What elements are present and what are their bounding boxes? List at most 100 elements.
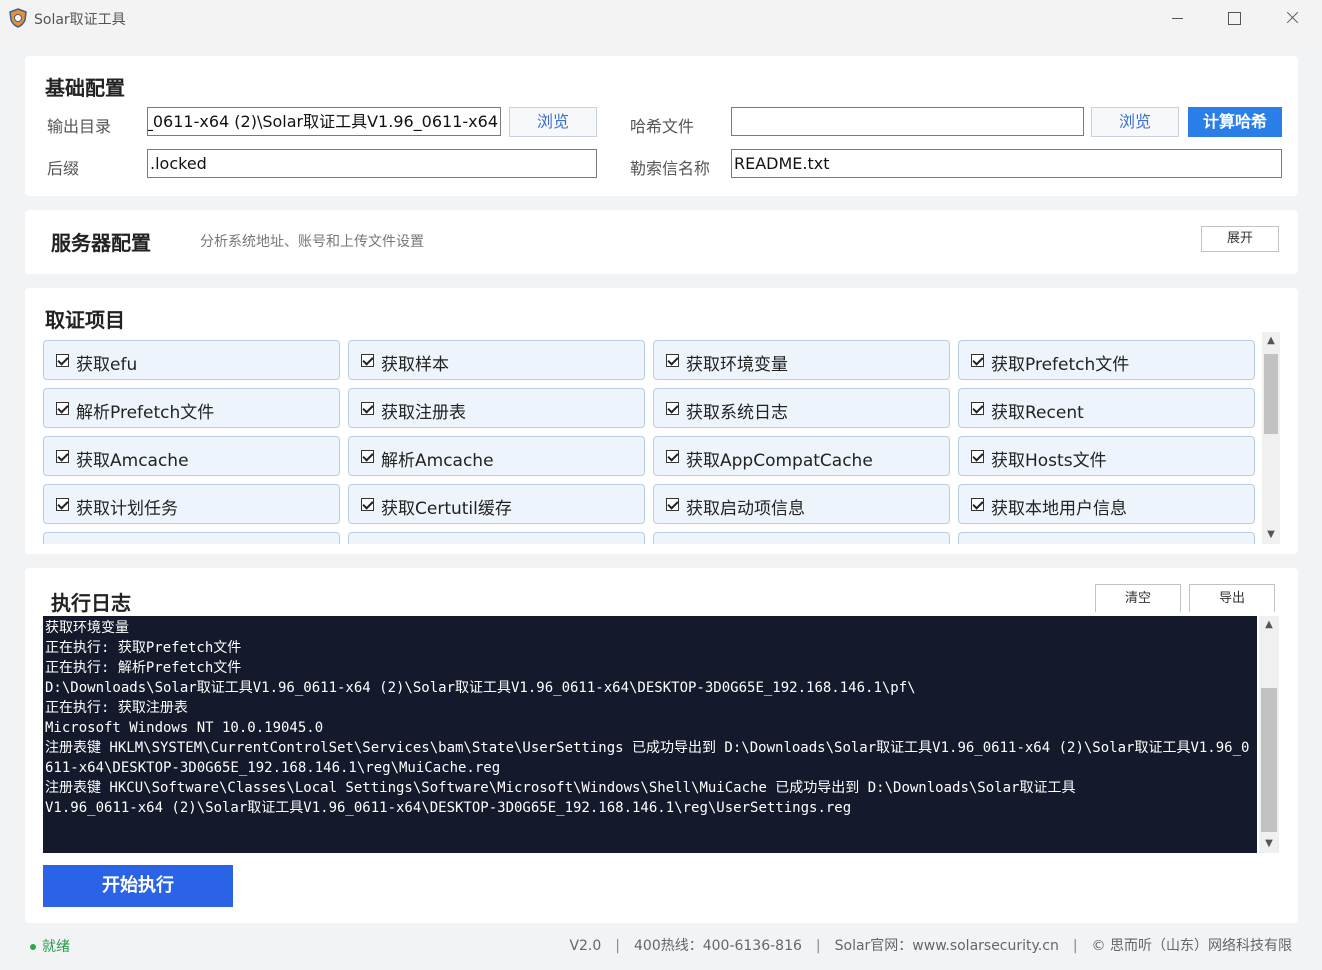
forensic-item-label: 获取系统日志 [686, 403, 788, 423]
checkbox-checked-icon[interactable] [56, 354, 69, 367]
checkbox-checked-icon[interactable] [361, 450, 374, 463]
forensic-item-label: 获取本地用户信息 [991, 499, 1127, 519]
log-scroll-up-icon[interactable]: ▲ [1259, 616, 1279, 634]
copyright-text: © 思而听（山东）网络科技有限 [1091, 938, 1292, 954]
forensic-item-partial[interactable] [43, 532, 340, 544]
forensic-item-label: 获取启动项信息 [686, 499, 805, 519]
checkbox-checked-icon[interactable] [361, 498, 374, 511]
expand-button[interactable]: 展开 [1201, 226, 1279, 252]
checkbox-checked-icon[interactable] [361, 354, 374, 367]
hotline-text: 400热线：400-6136-816 [634, 938, 802, 954]
forensic-item[interactable]: 获取启动项信息 [653, 484, 950, 524]
basic-config-card: 基础配置 输出目录 \Downloads\Solar取证工具V1.96_0611… [25, 56, 1298, 196]
checkbox-checked-icon[interactable] [971, 450, 984, 463]
forensic-item-label: 获取Recent [991, 403, 1084, 423]
status-info: V2.0 | 400热线：400-6136-816 | Solar官网：www.sola… [569, 935, 1292, 955]
checkbox-checked-icon[interactable] [971, 402, 984, 415]
browse-hash-button[interactable]: 浏览 [1091, 107, 1179, 137]
start-button[interactable]: 开始执行 [43, 865, 233, 907]
checkbox-checked-icon[interactable] [666, 450, 679, 463]
forensic-item[interactable]: 获取计划任务 [43, 484, 340, 524]
server-config-card: 服务器配置 分析系统地址、账号和上传文件设置 展开 [25, 210, 1298, 274]
log-scroll-down-icon[interactable]: ▼ [1259, 835, 1279, 853]
suffix-label: 后缀 [47, 159, 80, 178]
log-scroll-thumb[interactable] [1261, 688, 1277, 832]
maximize-icon[interactable] [1205, 0, 1263, 37]
hash-file-input[interactable] [731, 107, 1084, 136]
scroll-down-icon[interactable]: ▼ [1262, 526, 1280, 544]
minimize-icon[interactable] [1148, 0, 1206, 37]
checkbox-checked-icon[interactable] [666, 354, 679, 367]
forensic-item[interactable]: 获取本地用户信息 [958, 484, 1255, 524]
scroll-up-icon[interactable]: ▲ [1262, 332, 1280, 350]
forensic-item[interactable]: 获取Prefetch文件 [958, 340, 1255, 380]
checkbox-checked-icon[interactable] [56, 450, 69, 463]
forensic-item-partial[interactable] [653, 532, 950, 544]
scroll-thumb[interactable] [1264, 354, 1278, 434]
forensics-items-title: 取证项目 [45, 308, 125, 332]
forensic-item[interactable]: 解析Amcache [348, 436, 645, 476]
forensic-item-partial[interactable] [348, 532, 645, 544]
forensic-item[interactable]: 获取注册表 [348, 388, 645, 428]
status-text: 就绪 [42, 939, 70, 955]
hash-file-label: 哈希文件 [630, 117, 695, 136]
forensic-item-label: 获取注册表 [381, 403, 466, 423]
suffix-input[interactable]: .locked [147, 149, 597, 178]
forensic-item[interactable]: 获取Hosts文件 [958, 436, 1255, 476]
forensic-item[interactable]: 获取样本 [348, 340, 645, 380]
forensic-item[interactable]: 解析Prefetch文件 [43, 388, 340, 428]
forensic-item[interactable]: 获取系统日志 [653, 388, 950, 428]
execution-log-card: 执行日志 清空 导出 获取环境变量 正在执行: 获取Prefetch文件 正在执行:… [25, 568, 1298, 923]
checkbox-checked-icon[interactable] [361, 402, 374, 415]
separator: | [1072, 938, 1078, 954]
forensic-item[interactable]: 获取AppCompatCache [653, 436, 950, 476]
export-log-button[interactable]: 导出 [1189, 584, 1275, 612]
forensics-items-card: 取证项目 获取efu 获取样本 获取环境变量 获取Prefetch文件解析Prefet… [25, 288, 1298, 554]
checkbox-checked-icon[interactable] [971, 498, 984, 511]
log-line: 正在执行: 获取Prefetch文件 [45, 640, 242, 656]
log-line: 注册表键 HKCU\Software\Classes\Local Setting… [45, 780, 1076, 816]
forensic-item-label: 获取Prefetch文件 [991, 355, 1130, 375]
basic-config-title: 基础配置 [45, 76, 125, 100]
forensic-item[interactable]: 获取efu [43, 340, 340, 380]
checkbox-checked-icon[interactable] [666, 498, 679, 511]
forensic-item[interactable]: 获取Recent [958, 388, 1255, 428]
title-bar: Solar取证工具 [0, 0, 1322, 37]
separator: | [615, 938, 620, 954]
checkbox-checked-icon[interactable] [56, 402, 69, 415]
server-config-description: 分析系统地址、账号和上传文件设置 [200, 234, 424, 250]
close-icon[interactable] [1263, 0, 1321, 37]
forensic-item-label: 获取环境变量 [686, 355, 788, 375]
forensic-item-partial[interactable] [958, 532, 1255, 544]
items-scrollbar[interactable]: ▲ ▼ [1262, 332, 1280, 544]
compute-hash-button[interactable]: 计算哈希 [1188, 107, 1282, 137]
checkbox-checked-icon[interactable] [971, 354, 984, 367]
output-dir-label: 输出目录 [47, 117, 112, 136]
items-grid: 获取efu 获取样本 获取环境变量 获取Prefetch文件 解析Prefetch文件获… [43, 340, 1261, 544]
forensic-item[interactable]: 获取Certutil缓存 [348, 484, 645, 524]
separator: | [815, 938, 821, 954]
output-dir-input[interactable]: \Downloads\Solar取证工具V1.96_0611-x64 (2)\S… [147, 107, 501, 136]
log-line: 获取环境变量 [45, 620, 129, 636]
checkbox-checked-icon[interactable] [56, 498, 69, 511]
forensic-item-label: 获取Amcache [76, 451, 189, 471]
ransom-note-input[interactable]: README.txt [731, 149, 1282, 178]
forensic-item-label: 获取efu [76, 355, 138, 375]
ransom-note-label: 勒索信名称 [630, 159, 711, 178]
forensic-item-label: 获取AppCompatCache [686, 451, 873, 471]
website-link[interactable]: Solar官网：www.solarsecurity.cn [835, 938, 1059, 954]
forensic-item[interactable]: 获取环境变量 [653, 340, 950, 380]
log-scrollbar[interactable]: ▲ ▼ [1259, 616, 1279, 853]
version-text: V2.0 [569, 938, 602, 954]
log-line: D:\Downloads\Solar取证工具V1.96_0611-x64 (2)… [45, 680, 916, 696]
log-output[interactable]: 获取环境变量 正在执行: 获取Prefetch文件 正在执行: 解析Prefetch… [43, 616, 1257, 853]
clear-log-button[interactable]: 清空 [1095, 584, 1181, 612]
forensic-item[interactable]: 获取Amcache [43, 436, 340, 476]
window-title: Solar取证工具 [34, 12, 126, 28]
browse-output-button[interactable]: 浏览 [509, 107, 597, 137]
forensic-item-label: 解析Amcache [381, 451, 494, 471]
checkbox-checked-icon[interactable] [666, 402, 679, 415]
forensic-item-label: 获取计划任务 [76, 499, 178, 519]
output-dir-value: \Downloads\Solar取证工具V1.96_0611-x64 (2)\S… [147, 112, 498, 131]
forensic-item-label: 解析Prefetch文件 [76, 403, 215, 423]
